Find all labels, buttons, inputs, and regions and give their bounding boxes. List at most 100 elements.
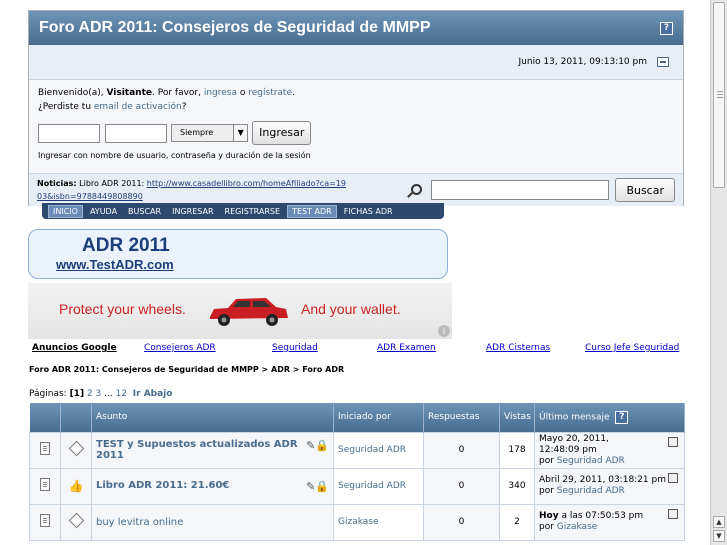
link-seguridad[interactable]: Seguridad: [272, 343, 318, 353]
topic-starter-link[interactable]: Seguridad ADR: [338, 445, 406, 455]
last-post-author-link[interactable]: Seguridad ADR: [557, 456, 625, 466]
search-button[interactable]: Buscar: [615, 178, 675, 202]
welcome-prefix: Bienvenido(a),: [38, 88, 107, 98]
topic-starter-link[interactable]: Seguridad ADR: [338, 481, 406, 491]
ad-left-text: Protect your wheels.: [59, 301, 186, 317]
session-duration-select[interactable]: Siempre ▼: [171, 124, 249, 142]
topic-document-icon: [40, 442, 50, 455]
banner-url[interactable]: www.TestADR.com: [56, 257, 174, 272]
header-replies[interactable]: Respuestas: [423, 403, 500, 432]
message-diamond-icon: [68, 512, 84, 529]
breadcrumb[interactable]: Foro ADR 2011: Consejeros de Seguridad d…: [29, 365, 344, 374]
topic-link[interactable]: buy levitra online: [96, 517, 183, 528]
topic-icon-cell: [29, 431, 61, 469]
login-button[interactable]: Ingresar: [252, 121, 312, 145]
menu-item-inicio[interactable]: INICIO: [48, 204, 83, 218]
pages-label: Páginas:: [29, 389, 70, 399]
table-row: 👍 ✎🔒 Libro ADR 2011: 21.60€ Seguridad AD…: [29, 467, 685, 505]
topic-link[interactable]: Libro ADR 2011: 21.60€: [96, 480, 229, 491]
last-post-icon[interactable]: [668, 472, 678, 483]
menu-item-fichas-adr[interactable]: FICHAS ADR: [340, 205, 397, 218]
ad-right-text: And your wallet.: [301, 301, 401, 317]
last-post-today: Hoy: [539, 511, 559, 521]
current-page: [1]: [69, 389, 85, 399]
menu-item-buscar[interactable]: BUSCAR: [124, 205, 165, 218]
topic-icon-cell: [29, 503, 61, 541]
last-post-icon[interactable]: [668, 508, 678, 519]
current-datetime: Junio 13, 2011, 09:13:10 pm: [518, 57, 648, 67]
table-header-row: Asunto Iniciado por Respuestas Vistas Úl…: [29, 403, 685, 432]
topic-views: 340: [499, 467, 535, 505]
last-post-by-prefix: por: [539, 455, 557, 466]
link-adr-examen[interactable]: ADR Examen: [377, 343, 436, 353]
last-post-author-link[interactable]: Gizakase: [557, 522, 598, 532]
last-post-author-link[interactable]: Seguridad ADR: [557, 486, 625, 496]
go-down-link[interactable]: Ir Abajo: [133, 389, 173, 399]
activation-email-link[interactable]: email de activación: [94, 102, 182, 112]
topic-link[interactable]: TEST y Supuestos actualizados ADR 2011: [96, 439, 298, 461]
message-icon-cell: 👍: [60, 467, 92, 505]
menu-item-test-adr[interactable]: TEST ADR: [287, 204, 337, 218]
link-curso-jefe-seguridad[interactable]: Curso Jefe Seguridad: [585, 343, 679, 353]
topic-starter-cell: Seguridad ADR: [333, 467, 424, 505]
collapse-icon[interactable]: [657, 57, 669, 67]
page: Foro ADR 2011: Consejeros de Seguridad d…: [0, 0, 710, 545]
topic-replies: 0: [423, 467, 500, 505]
last-post-date: Abril 29, 2011, 03:18:21 pm: [539, 475, 666, 485]
last-post-icon[interactable]: [668, 436, 678, 447]
link-adr-cisternas[interactable]: ADR Cisternas: [486, 343, 550, 353]
header-subject[interactable]: Asunto: [91, 403, 334, 432]
username-field[interactable]: [38, 123, 100, 143]
period-text: .: [292, 88, 295, 98]
topic-last-post: Hoy a las 07:50:53 pm por Gizakase: [534, 503, 685, 541]
visitor-name: Visitante: [106, 88, 152, 98]
topic-starter-link[interactable]: Gizakase: [338, 517, 379, 527]
page-2-link[interactable]: 2: [87, 389, 93, 399]
topic-document-icon: [40, 514, 50, 527]
topic-subject-cell: ✎🔒 Libro ADR 2011: 21.60€: [91, 467, 334, 505]
link-units-label[interactable]: Anuncios Google: [32, 343, 117, 353]
adr-banner[interactable]: ADR 2011 www.TestADR.com: [28, 229, 448, 279]
menu-item-registrarse[interactable]: REGISTRARSE: [221, 205, 285, 218]
topic-replies: 0: [423, 431, 500, 469]
menu-item-ingresar[interactable]: INGRESAR: [168, 205, 217, 218]
google-link-units: Anuncios Google Consejeros ADR Seguridad…: [32, 343, 692, 353]
grip-line: [717, 94, 723, 95]
lost-suffix: ?: [181, 102, 187, 112]
advertisement[interactable]: Protect your wheels. And your wallet. i: [28, 283, 452, 339]
sticky-locked-icon: ✎🔒: [306, 479, 329, 493]
last-post-time: a las 07:50:53 pm: [558, 511, 644, 521]
link-consejeros-adr[interactable]: Consejeros ADR: [144, 343, 216, 353]
header-icon-col: [60, 403, 92, 432]
user-panel: Bienvenido(a), Visitante. Por favor, ing…: [29, 80, 683, 173]
topic-document-icon: [40, 478, 50, 491]
search-icon: [407, 183, 423, 197]
page-12-link[interactable]: 12: [116, 389, 127, 399]
header-views[interactable]: Vistas: [499, 403, 535, 432]
last-post-by-prefix: por: [539, 486, 557, 496]
register-link[interactable]: regístrate: [248, 88, 292, 98]
scrollbar-thumb[interactable]: [713, 2, 725, 188]
help-icon[interactable]: ?: [660, 21, 673, 35]
table-row: ✎🔒 TEST y Supuestos actualizados ADR 201…: [29, 431, 685, 469]
login-link[interactable]: ingresa: [204, 88, 237, 98]
password-field[interactable]: [105, 123, 167, 143]
title-bar: Foro ADR 2011: Consejeros de Seguridad d…: [29, 11, 683, 45]
vertical-scrollbar[interactable]: ▲ ▼: [710, 0, 727, 545]
banner-title: ADR 2011: [82, 235, 170, 256]
lost-prefix: ¿Perdiste tu: [38, 102, 94, 112]
header-started-by[interactable]: Iniciado por: [333, 403, 424, 432]
sort-icon[interactable]: ?: [615, 410, 629, 424]
ad-info-icon[interactable]: i: [438, 325, 450, 337]
header-last-post[interactable]: Último mensaje ?: [534, 403, 685, 432]
or-text: o: [237, 88, 249, 98]
sticky-locked-icon: ✎🔒: [306, 439, 329, 452]
pages-ellipsis: ...: [101, 389, 116, 399]
search-input[interactable]: [431, 180, 610, 200]
scroll-up-arrow[interactable]: ▲: [713, 516, 725, 528]
header-icon-col: [29, 403, 61, 432]
topic-last-post: Abril 29, 2011, 03:18:21 pm por Segurida…: [534, 467, 685, 505]
scroll-down-arrow[interactable]: ▼: [713, 530, 725, 542]
menu-item-ayuda[interactable]: AYUDA: [86, 205, 121, 218]
last-post-label: Último mensaje: [539, 412, 610, 423]
